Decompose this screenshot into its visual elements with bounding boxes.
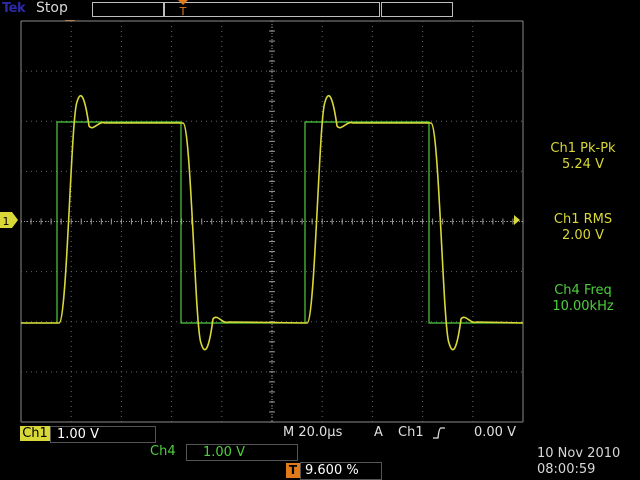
time-readout: 08:00:59 [537, 462, 596, 477]
trigger-mode: A [374, 425, 383, 440]
trigger-source: Ch1 [398, 425, 424, 440]
date-readout: 10 Nov 2010 [537, 446, 621, 461]
acquisition-state: Stop [36, 0, 68, 16]
ch4-scale-readout: 1.00 V [186, 444, 298, 461]
trigger-position-readout: 9.600 % [300, 462, 382, 480]
record-view-right [381, 2, 453, 17]
trigger-level: 0.00 V [474, 425, 516, 440]
ch1-ground-marker[interactable]: 1 [0, 212, 18, 228]
rising-edge-icon [433, 427, 445, 439]
trigger-readout: A Ch1 0.00 V [370, 425, 522, 441]
measurement-2-value: 2.00 V [562, 228, 604, 243]
ch4-label[interactable]: Ch4 [150, 444, 176, 459]
ch1-marker-label: 1 [3, 215, 10, 228]
ch1-badge[interactable]: Ch1 [20, 426, 50, 441]
trigger-position-badge: T [286, 463, 300, 478]
measurement-2-label: Ch1 RMS [553, 212, 613, 227]
measurement-1-value: 5.24 V [562, 157, 604, 172]
record-trigger-marker-icon: T [178, 0, 188, 17]
record-view-left [92, 2, 164, 17]
record-view-window [164, 2, 380, 17]
ch1-scale-readout: 1.00 V [50, 426, 156, 443]
measurement-3-value: 10.00kHz [552, 299, 614, 314]
measurement-3-label: Ch4 Freq [554, 283, 612, 298]
brand-logo: Tek [2, 1, 26, 16]
timebase-readout: M 20.0µs [283, 425, 343, 440]
measurement-1-label: Ch1 Pk-Pk [550, 141, 616, 156]
